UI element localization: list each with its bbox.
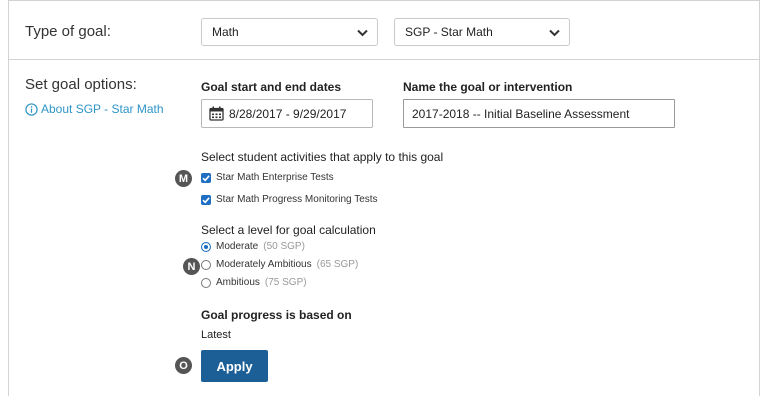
name-header: Name the goal or intervention xyxy=(403,80,573,94)
checkbox-checked-icon xyxy=(201,194,211,205)
activity-checkbox-progress-monitoring[interactable]: Star Math Progress Monitoring Tests xyxy=(201,194,378,205)
radio-selected-icon xyxy=(201,241,211,252)
about-link-label: About SGP - Star Math xyxy=(41,102,164,116)
about-link[interactable]: About SGP - Star Math xyxy=(25,102,164,116)
goal-name-value: 2017-2018 -- Initial Baseline Assessment xyxy=(412,106,630,121)
level-radio-ambitious[interactable]: Ambitious (75 SGP) xyxy=(201,277,307,288)
activity-label: Star Math Progress Monitoring Tests xyxy=(216,194,378,205)
dates-header: Goal start and end dates xyxy=(201,80,342,94)
radio-unselected-icon xyxy=(201,259,211,270)
calendar-icon xyxy=(209,106,224,121)
callout-marker-m: M xyxy=(175,170,192,187)
level-radio-moderate[interactable]: Moderate (50 SGP) xyxy=(201,241,305,252)
goal-settings-panel: Type of goal: Math SGP - Star Math Set g… xyxy=(8,0,760,396)
callout-marker-n: N xyxy=(183,258,200,275)
assessment-select[interactable]: SGP - Star Math xyxy=(394,18,570,46)
level-note: (50 SGP) xyxy=(263,241,305,252)
level-label: Ambitious xyxy=(216,277,260,288)
chevron-down-icon xyxy=(357,29,368,37)
subject-select[interactable]: Math xyxy=(201,18,378,46)
chevron-down-icon xyxy=(549,29,560,37)
goal-name-input[interactable]: 2017-2018 -- Initial Baseline Assessment xyxy=(403,99,675,128)
levels-title: Select a level for goal calculation xyxy=(201,223,376,237)
date-range-field[interactable]: 8/28/2017 - 9/29/2017 xyxy=(201,99,373,128)
level-note: (65 SGP) xyxy=(316,259,359,270)
progress-value: Latest xyxy=(201,329,231,341)
apply-button[interactable]: Apply xyxy=(201,350,268,382)
level-label: Moderate xyxy=(216,241,259,252)
activity-label: Star Math Enterprise Tests xyxy=(216,172,334,183)
set-goal-options-label: Set goal options: xyxy=(25,76,137,93)
level-label: Moderately Ambitious xyxy=(216,259,312,270)
activities-title: Select student activities that apply to … xyxy=(201,150,444,164)
assessment-select-value: SGP - Star Math xyxy=(405,25,493,39)
subject-select-value: Math xyxy=(212,25,239,39)
callout-marker-o: O xyxy=(175,357,192,374)
radio-unselected-icon xyxy=(201,277,211,288)
goal-type-label: Type of goal: xyxy=(25,23,111,40)
goal-type-row: Type of goal: Math SGP - Star Math xyxy=(9,0,759,60)
checkbox-checked-icon xyxy=(201,172,211,183)
level-note: (75 SGP) xyxy=(264,277,307,288)
progress-title: Goal progress is based on xyxy=(201,308,352,322)
info-icon xyxy=(25,102,38,116)
activity-checkbox-enterprise[interactable]: Star Math Enterprise Tests xyxy=(201,172,334,183)
date-range-value: 8/28/2017 - 9/29/2017 xyxy=(229,106,347,121)
level-radio-moderately-ambitious[interactable]: Moderately Ambitious (65 SGP) xyxy=(201,259,358,270)
